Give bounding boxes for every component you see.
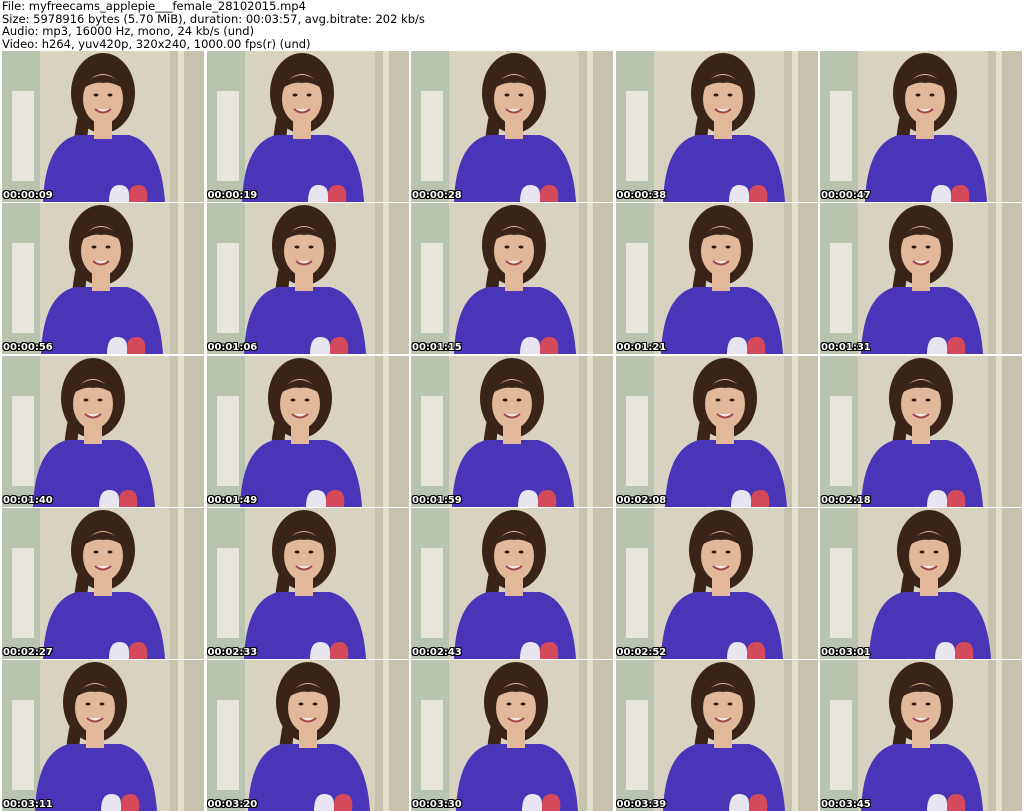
video-thumbnail[interactable]: 00:01:21 bbox=[615, 203, 818, 355]
thumbnail-timestamp: 00:01:06 bbox=[207, 342, 258, 354]
webcam-frame bbox=[411, 507, 613, 659]
thumbnail-timestamp: 00:00:38 bbox=[616, 190, 667, 201]
webcam-frame bbox=[615, 51, 818, 202]
thumbnail-timestamp: 00:03:11 bbox=[3, 799, 53, 810]
video-thumbnail[interactable]: 00:03:39 bbox=[615, 660, 818, 811]
thumbnail-timestamp: 00:03:30 bbox=[412, 799, 462, 810]
webcam-frame bbox=[206, 203, 409, 355]
thumbnail-timestamp: 00:00:56 bbox=[3, 342, 53, 354]
thumbnail-timestamp: 00:02:52 bbox=[616, 646, 667, 658]
video-thumbnail[interactable]: 00:01:06 bbox=[206, 203, 409, 355]
thumbnail-timestamp: 00:00:28 bbox=[412, 190, 462, 201]
thumbnail-timestamp: 00:01:31 bbox=[821, 342, 871, 354]
webcam-frame bbox=[2, 355, 204, 507]
webcam-frame bbox=[206, 507, 409, 659]
video-thumbnail[interactable]: 00:00:28 bbox=[411, 51, 613, 202]
video-thumbnail[interactable]: 00:01:31 bbox=[820, 203, 1022, 355]
webcam-frame bbox=[820, 51, 1022, 202]
thumbnail-timestamp: 00:03:01 bbox=[821, 646, 871, 658]
thumbnail-timestamp: 00:00:47 bbox=[821, 190, 871, 201]
webcam-frame bbox=[2, 203, 204, 355]
video-thumbnail[interactable]: 00:03:30 bbox=[411, 660, 613, 811]
thumbnail-timestamp: 00:00:19 bbox=[207, 190, 258, 201]
thumbnail-timestamp: 00:03:20 bbox=[207, 799, 258, 810]
video-thumbnail[interactable]: 00:03:45 bbox=[820, 660, 1022, 811]
video-thumbnail[interactable]: 00:03:01 bbox=[820, 507, 1022, 659]
thumbnail-timestamp: 00:03:39 bbox=[616, 799, 667, 810]
video-thumbnail[interactable]: 00:01:40 bbox=[2, 355, 204, 507]
webcam-frame bbox=[820, 355, 1022, 507]
video-thumbnail[interactable]: 00:02:33 bbox=[206, 507, 409, 659]
video-thumbnail[interactable]: 00:00:38 bbox=[615, 51, 818, 202]
thumbnail-grid: 00:00:09 00:00:19 00:00:28 00:00:38 00:0… bbox=[2, 51, 1022, 811]
video-thumbnail[interactable]: 00:01:59 bbox=[411, 355, 613, 507]
webcam-frame bbox=[411, 355, 613, 507]
webcam-frame bbox=[206, 660, 409, 811]
thumbnail-timestamp: 00:01:40 bbox=[3, 494, 53, 506]
webcam-frame bbox=[615, 660, 818, 811]
video-thumbnail[interactable]: 00:03:11 bbox=[2, 660, 204, 811]
thumbnail-timestamp: 00:01:59 bbox=[412, 494, 462, 506]
webcam-frame bbox=[820, 203, 1022, 355]
file-info-header: File: myfreecams_applepie___female_28102… bbox=[2, 0, 1022, 50]
video-thumbnail[interactable]: 00:02:43 bbox=[411, 507, 613, 659]
audio-info-line: Audio: mp3, 16000 Hz, mono, 24 kb/s (und… bbox=[2, 24, 255, 38]
video-thumbnail[interactable]: 00:02:18 bbox=[820, 355, 1022, 507]
video-thumbnail[interactable]: 00:00:19 bbox=[206, 51, 409, 202]
webcam-frame bbox=[820, 660, 1022, 811]
webcam-frame bbox=[206, 355, 409, 507]
thumbnail-timestamp: 00:02:27 bbox=[3, 646, 53, 658]
video-thumbnail[interactable]: 00:02:08 bbox=[615, 355, 818, 507]
webcam-frame bbox=[2, 51, 204, 202]
thumbnail-timestamp: 00:02:18 bbox=[821, 494, 871, 506]
video-thumbnail[interactable]: 00:00:47 bbox=[820, 51, 1022, 202]
webcam-frame bbox=[2, 660, 204, 811]
video-info-line: Video: h264, yuv420p, 320x240, 1000.00 f… bbox=[2, 36, 311, 51]
video-thumbnail[interactable]: 00:00:56 bbox=[2, 203, 204, 355]
video-thumbnail[interactable]: 00:02:52 bbox=[615, 507, 818, 659]
video-thumbnail[interactable]: 00:01:49 bbox=[206, 355, 409, 507]
webcam-frame bbox=[615, 203, 818, 355]
webcam-frame bbox=[615, 355, 818, 507]
thumbnail-timestamp: 00:02:33 bbox=[207, 646, 258, 658]
thumbnail-timestamp: 00:02:43 bbox=[412, 646, 462, 658]
file-name-line: File: myfreecams_applepie___female_28102… bbox=[2, 0, 306, 13]
webcam-frame bbox=[615, 507, 818, 659]
video-thumbnail[interactable]: 00:00:09 bbox=[2, 51, 204, 202]
thumbnail-timestamp: 00:00:09 bbox=[3, 190, 53, 201]
thumbnail-timestamp: 00:03:45 bbox=[821, 799, 871, 810]
webcam-frame bbox=[206, 51, 409, 202]
thumbnail-timestamp: 00:02:08 bbox=[616, 494, 667, 506]
video-thumbnail[interactable]: 00:01:15 bbox=[411, 203, 613, 355]
video-thumbnail[interactable]: 00:02:27 bbox=[2, 507, 204, 659]
webcam-frame bbox=[2, 507, 204, 659]
video-thumbnail[interactable]: 00:03:20 bbox=[206, 660, 409, 811]
webcam-frame bbox=[411, 660, 613, 811]
thumbnail-timestamp: 00:01:49 bbox=[207, 494, 258, 506]
webcam-frame bbox=[820, 507, 1022, 659]
webcam-frame bbox=[411, 203, 613, 355]
thumbnail-timestamp: 00:01:21 bbox=[616, 342, 667, 354]
webcam-frame bbox=[411, 51, 613, 202]
thumbnail-timestamp: 00:01:15 bbox=[412, 342, 462, 354]
